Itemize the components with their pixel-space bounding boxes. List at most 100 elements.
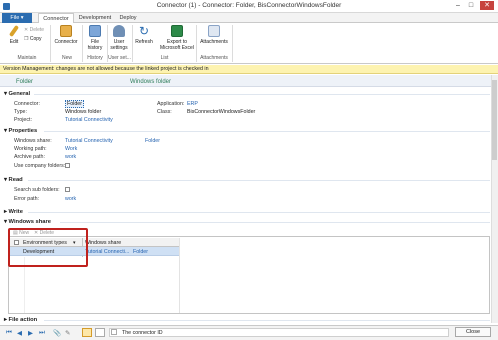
delete-label: Delete <box>29 27 45 33</box>
next-record-icon[interactable]: ▶ <box>28 329 33 337</box>
windows-share-project[interactable]: Tutorial Connectivity <box>65 138 113 144</box>
attachments-icon <box>208 25 220 37</box>
version-warning: Version Management: changes are not allo… <box>0 65 498 74</box>
edit-status-icon[interactable]: ✎ <box>65 329 70 337</box>
edit-label: Edit <box>9 39 19 45</box>
archive-path-label: Archive path: <box>14 154 45 160</box>
type-field: Windows folder <box>65 109 102 115</box>
group-list: List <box>160 55 169 61</box>
group-history: History <box>87 55 103 61</box>
close-icon[interactable]: ✕ <box>480 1 494 10</box>
group-user-settings: User set... <box>108 55 131 61</box>
project-field-label: Project: <box>14 117 32 123</box>
export-label-2: Microsoft Excel <box>160 45 194 51</box>
ribbon-divider <box>50 25 51 62</box>
properties-title: Properties <box>8 128 38 134</box>
info-icon <box>111 329 117 335</box>
ribbon-divider <box>232 25 233 62</box>
company-folders-checkbox[interactable] <box>65 163 70 168</box>
section-divider <box>44 131 490 132</box>
tab-connector[interactable]: Connector <box>38 13 74 23</box>
error-path-field[interactable]: work <box>65 196 76 202</box>
search-sub-folders-label: Search sub folders: <box>14 187 60 193</box>
first-record-icon[interactable]: ⏮ <box>6 329 12 337</box>
working-path-field[interactable]: Work <box>65 146 77 152</box>
section-read[interactable]: ▾ Read <box>4 177 23 183</box>
connector-field-label: Connector: <box>14 101 40 107</box>
connector-icon <box>60 25 72 37</box>
connector-field[interactable]: Folder <box>65 100 85 108</box>
tab-file-label: File <box>10 15 20 21</box>
search-sub-folders-checkbox[interactable] <box>65 187 70 192</box>
connector-label: Connector <box>54 39 78 45</box>
file-history-button[interactable]: File history <box>84 25 106 51</box>
group-maintain: Maintain <box>17 55 37 61</box>
tab-file[interactable]: File ▾ <box>2 13 32 23</box>
refresh-icon: ↻ <box>138 24 150 38</box>
status-text: The connector ID <box>122 330 163 336</box>
copy-button[interactable]: ❐ Copy <box>24 35 42 43</box>
error-path-label: Error path: <box>14 196 40 202</box>
company-folders-label: Use company folders: <box>14 163 66 169</box>
last-record-icon[interactable]: ⏭ <box>39 329 45 337</box>
application-field[interactable]: ERP <box>187 101 198 107</box>
class-field: BisConnectorWindowsFolder <box>187 109 256 115</box>
windows-share-title: Windows share <box>8 219 51 225</box>
user-settings-icon <box>113 25 125 37</box>
delete-icon: ✕ <box>24 27 29 33</box>
copy-icon: ❐ <box>24 36 29 42</box>
excel-icon <box>171 25 183 37</box>
header-folder: Folder <box>16 79 34 85</box>
window-title: Connector (1) - Connector: Folder, BisCo… <box>156 2 342 9</box>
header-windows-folder: Windows folder <box>130 79 172 85</box>
section-file-action[interactable]: ▸ File action <box>4 317 37 323</box>
section-divider <box>60 222 490 223</box>
connector-button[interactable]: Connector <box>52 25 80 45</box>
section-write[interactable]: ▸ Write <box>4 209 23 215</box>
general-title: General <box>8 91 31 97</box>
record-view-icon[interactable] <box>82 328 92 337</box>
export-excel-button[interactable]: Export to Microsoft Excel <box>157 25 197 51</box>
row-share-folder[interactable]: Folder <box>133 249 148 255</box>
section-divider <box>34 94 490 95</box>
scrollbar-thumb[interactable] <box>492 80 497 160</box>
attachment-status-icon[interactable]: 📎 <box>53 329 61 337</box>
file-action-title: File action <box>8 317 38 323</box>
group-new: New <box>61 55 72 61</box>
section-windows-share[interactable]: ▾ Windows share <box>4 219 51 225</box>
user-settings-button[interactable]: User settings <box>108 25 130 51</box>
write-title: Write <box>8 209 23 215</box>
windows-share-folder[interactable]: Folder <box>145 138 160 144</box>
maximize-icon[interactable]: □ <box>466 1 476 10</box>
grid-column-guide <box>179 238 180 313</box>
minimize-icon[interactable]: – <box>453 1 463 10</box>
user-settings-label-2: settings <box>110 45 128 51</box>
row-share-project[interactable]: Tutorial Connecti... <box>85 249 129 255</box>
read-title: Read <box>8 177 23 183</box>
tab-development[interactable]: Development <box>76 13 114 23</box>
working-path-label: Working path: <box>14 146 47 152</box>
archive-path-field[interactable]: work <box>65 154 76 160</box>
close-button[interactable]: Close <box>455 327 491 337</box>
title-bar: Connector (1) - Connector: Folder, BisCo… <box>0 0 498 13</box>
previous-record-icon[interactable]: ◀ <box>17 329 22 337</box>
column-windows-share[interactable]: Windows share <box>85 240 121 246</box>
section-general[interactable]: ▾ General <box>4 91 30 97</box>
group-attachments: Attachments <box>200 55 228 61</box>
refresh-button[interactable]: ↻ Refresh <box>133 25 155 45</box>
attachments-button[interactable]: Attachments <box>198 25 230 45</box>
file-history-icon <box>89 25 101 37</box>
section-divider <box>28 180 490 181</box>
delete-button[interactable]: ✕ Delete <box>24 26 44 34</box>
edit-icon <box>8 24 20 38</box>
grid-view-icon[interactable] <box>95 328 105 337</box>
tab-deploy[interactable]: Deploy <box>116 13 140 23</box>
edit-button[interactable]: Edit <box>5 24 23 45</box>
project-field[interactable]: Tutorial Connectivity <box>65 117 113 123</box>
attachments-label: Attachments <box>200 39 228 45</box>
copy-label: Copy <box>29 36 42 42</box>
windows-share-label: Windows share: <box>14 138 52 144</box>
type-field-label: Type: <box>14 109 27 115</box>
section-properties[interactable]: ▾ Properties <box>4 128 37 134</box>
highlight-annotation <box>8 228 88 267</box>
